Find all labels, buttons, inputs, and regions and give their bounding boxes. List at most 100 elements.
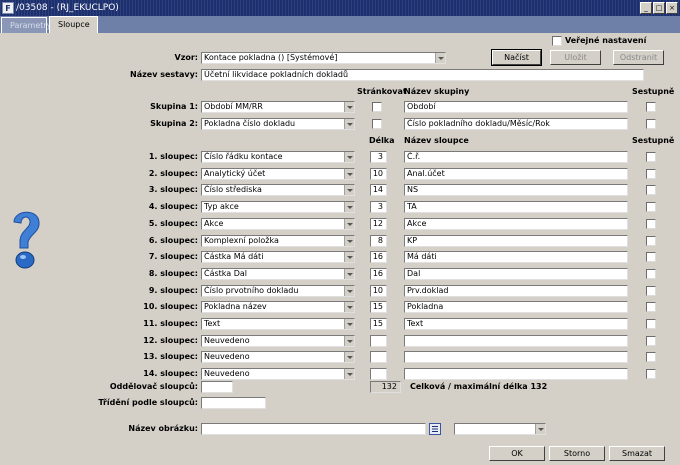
column-name-input[interactable]: Akce bbox=[404, 218, 628, 230]
chevron-down-icon[interactable] bbox=[344, 202, 354, 212]
column-select[interactable]: Číslo střediska bbox=[201, 184, 355, 196]
column-select[interactable]: Text bbox=[201, 318, 355, 330]
group-2-name-input[interactable]: Číslo pokladního dokladu/Měsíc/Rok bbox=[404, 118, 628, 130]
column-descending-checkbox[interactable] bbox=[646, 319, 656, 329]
column-name-input[interactable]: Anal.účet bbox=[404, 168, 628, 180]
column-select[interactable]: Komplexní položka bbox=[201, 235, 355, 247]
column-select[interactable]: Pokladna název bbox=[201, 301, 355, 313]
column-length-input[interactable]: 16 bbox=[370, 251, 387, 263]
column-length-input[interactable]: 14 bbox=[370, 184, 387, 196]
column-descending-checkbox[interactable] bbox=[646, 169, 656, 179]
chevron-down-icon[interactable] bbox=[344, 352, 354, 362]
chevron-down-icon[interactable] bbox=[344, 102, 354, 112]
group-1-descending-checkbox[interactable] bbox=[646, 102, 656, 112]
group-2-descending-checkbox[interactable] bbox=[646, 119, 656, 129]
column-name-input[interactable]: Pokladna bbox=[404, 301, 628, 313]
column-descending-checkbox[interactable] bbox=[646, 236, 656, 246]
chevron-down-icon[interactable] bbox=[344, 302, 354, 312]
separator-input[interactable] bbox=[201, 381, 233, 393]
column-name-input[interactable]: Má dáti bbox=[404, 251, 628, 263]
group-1-name-input[interactable]: Období bbox=[404, 101, 628, 113]
chevron-down-icon[interactable] bbox=[344, 219, 354, 229]
chevron-down-icon[interactable] bbox=[344, 269, 354, 279]
column-select[interactable]: Neuvedeno bbox=[201, 351, 355, 363]
column-length-input[interactable] bbox=[370, 368, 387, 380]
ok-button[interactable]: OK bbox=[489, 446, 545, 461]
column-name-input[interactable]: Č.ř. bbox=[404, 151, 628, 163]
chevron-down-icon[interactable] bbox=[344, 369, 354, 379]
column-length-input[interactable] bbox=[370, 351, 387, 363]
column-descending-checkbox[interactable] bbox=[646, 286, 656, 296]
chevron-down-icon[interactable] bbox=[344, 185, 354, 195]
sort-input[interactable] bbox=[201, 397, 266, 409]
save-button[interactable]: Uložit bbox=[550, 50, 601, 65]
load-button[interactable]: Načíst bbox=[491, 49, 542, 66]
tab-sloupce[interactable]: Sloupce bbox=[49, 16, 98, 33]
tab-parametry[interactable]: Parametry bbox=[1, 17, 51, 33]
group-1-paging-checkbox[interactable] bbox=[372, 102, 382, 112]
minimize-icon[interactable]: _ bbox=[640, 2, 652, 14]
column-name-input[interactable] bbox=[404, 351, 628, 363]
column-length-input[interactable]: 15 bbox=[370, 318, 387, 330]
cancel-button[interactable]: Storno bbox=[549, 446, 605, 461]
chevron-down-icon[interactable] bbox=[344, 119, 354, 129]
column-length-input[interactable]: 10 bbox=[370, 285, 387, 297]
column-descending-checkbox[interactable] bbox=[646, 219, 656, 229]
column-descending-checkbox[interactable] bbox=[646, 269, 656, 279]
group-1-select[interactable]: Období MM/RR bbox=[201, 101, 355, 113]
column-select[interactable]: Akce bbox=[201, 218, 355, 230]
chevron-down-icon[interactable] bbox=[344, 252, 354, 262]
column-descending-checkbox[interactable] bbox=[646, 369, 656, 379]
column-select[interactable]: Číslo prvotního dokladu bbox=[201, 285, 355, 297]
column-name-input[interactable] bbox=[404, 368, 628, 380]
chevron-down-icon[interactable] bbox=[344, 286, 354, 296]
set-name-input[interactable]: Účetní likvidace pokladních dokladů bbox=[201, 69, 644, 81]
remove-button[interactable]: Odstranit bbox=[613, 50, 664, 65]
chevron-down-icon[interactable] bbox=[344, 336, 354, 346]
column-length-input[interactable]: 10 bbox=[370, 168, 387, 180]
column-select[interactable]: Analytický účet bbox=[201, 168, 355, 180]
chevron-down-icon[interactable] bbox=[535, 424, 545, 434]
column-select[interactable]: Neuvedeno bbox=[201, 335, 355, 347]
list-icon[interactable] bbox=[429, 423, 441, 435]
column-descending-checkbox[interactable] bbox=[646, 252, 656, 262]
column-descending-checkbox[interactable] bbox=[646, 152, 656, 162]
column-descending-checkbox[interactable] bbox=[646, 202, 656, 212]
column-select[interactable]: Částka Dal bbox=[201, 268, 355, 280]
maximize-icon[interactable]: □ bbox=[653, 2, 665, 14]
column-descending-checkbox[interactable] bbox=[646, 352, 656, 362]
image-type-select[interactable] bbox=[454, 423, 546, 435]
column-name-input[interactable]: KP bbox=[404, 235, 628, 247]
column-length-input[interactable]: 3 bbox=[370, 151, 387, 163]
column-name-input[interactable]: Prv.doklad bbox=[404, 285, 628, 297]
column-name-input[interactable]: Dal bbox=[404, 268, 628, 280]
column-length-input[interactable]: 3 bbox=[370, 201, 387, 213]
column-descending-checkbox[interactable] bbox=[646, 185, 656, 195]
column-name-input[interactable]: Text bbox=[404, 318, 628, 330]
chevron-down-icon[interactable] bbox=[344, 152, 354, 162]
column-select[interactable]: Číslo řádku kontace bbox=[201, 151, 355, 163]
delete-button[interactable]: Smazat bbox=[609, 446, 665, 461]
group-2-select[interactable]: Pokladna číslo dokladu bbox=[201, 118, 355, 130]
column-select[interactable]: Neuvedeno bbox=[201, 368, 355, 380]
column-name-input[interactable]: TA bbox=[404, 201, 628, 213]
column-descending-checkbox[interactable] bbox=[646, 302, 656, 312]
column-length-input[interactable]: 12 bbox=[370, 218, 387, 230]
column-name-input[interactable] bbox=[404, 335, 628, 347]
group-2-paging-checkbox[interactable] bbox=[372, 119, 382, 129]
column-descending-checkbox[interactable] bbox=[646, 336, 656, 346]
column-length-input[interactable] bbox=[370, 335, 387, 347]
column-select[interactable]: Typ akce bbox=[201, 201, 355, 213]
chevron-down-icon[interactable] bbox=[344, 236, 354, 246]
chevron-down-icon[interactable] bbox=[435, 53, 445, 63]
column-length-input[interactable]: 8 bbox=[370, 235, 387, 247]
chevron-down-icon[interactable] bbox=[344, 169, 354, 179]
column-select[interactable]: Částka Má dáti bbox=[201, 251, 355, 263]
image-name-input[interactable] bbox=[201, 423, 426, 435]
public-checkbox[interactable] bbox=[552, 36, 562, 46]
column-name-input[interactable]: NS bbox=[404, 184, 628, 196]
column-length-input[interactable]: 15 bbox=[370, 301, 387, 313]
chevron-down-icon[interactable] bbox=[344, 319, 354, 329]
column-length-input[interactable]: 16 bbox=[370, 268, 387, 280]
vzor-select[interactable]: Kontace pokladna () [Systémové] bbox=[201, 52, 446, 64]
